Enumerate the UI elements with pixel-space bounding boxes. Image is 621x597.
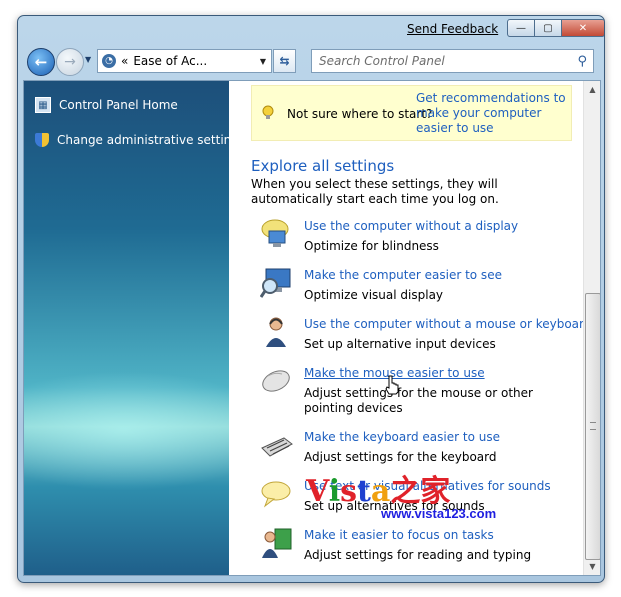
task-link[interactable]: Make the keyboard easier to use [304, 430, 500, 444]
refresh-button[interactable]: ⇆ [273, 49, 296, 73]
search-input[interactable]: Search Control Panel [319, 54, 445, 68]
maximize-button[interactable]: ▢ [535, 19, 562, 37]
person-board-icon [260, 526, 294, 560]
watermark-letter: t [357, 474, 371, 509]
task-description: Adjust settings for the keyboard [304, 450, 497, 464]
scroll-up-arrow-icon[interactable]: ▲ [584, 81, 600, 98]
scroll-thumb[interactable] [585, 293, 600, 560]
magnifier-monitor-icon [259, 266, 294, 300]
task-description: Optimize for blindness [304, 239, 439, 253]
control-panel-icon: ▦ [35, 97, 51, 113]
sidebar-item-label: Change administrative settings [57, 133, 229, 147]
recent-pages-dropdown-icon[interactable]: ▼ [85, 55, 91, 64]
task-description: Adjust settings for reading and typing [304, 548, 532, 562]
shield-icon [35, 133, 49, 147]
window-controls: — ▢ ✕ [507, 19, 604, 37]
section-heading: Explore all settings [251, 157, 395, 175]
send-feedback-link[interactable]: Send Feedback [407, 22, 498, 36]
task-link[interactable]: Use the computer without a mouse or keyb… [304, 317, 583, 331]
scroll-grip [590, 422, 596, 430]
refresh-icon: ⇆ [279, 54, 290, 68]
task-description: Adjust settings for the mouse or other p… [304, 386, 533, 415]
speech-bubble-icon [260, 477, 294, 511]
recommendation-tip: Not sure where to start? Get recommendat… [251, 85, 572, 141]
minimize-button[interactable]: — [507, 19, 535, 37]
get-recommendations-link[interactable]: Get recommendations to make your compute… [416, 91, 570, 136]
close-button[interactable]: ✕ [562, 19, 604, 37]
address-bar[interactable]: ◔ « Ease of Ac... ▼ [97, 49, 272, 73]
watermark-letter: V [306, 474, 329, 509]
vertical-scrollbar[interactable]: ▲ ▼ [583, 81, 600, 575]
watermark-letter: i [328, 474, 341, 509]
watermark-url: www.vista123.com [381, 506, 497, 521]
hand-cursor-icon [385, 375, 399, 395]
person-headset-icon [260, 315, 294, 349]
sidebar-item-control-panel-home[interactable]: ▦ Control Panel Home [35, 97, 178, 113]
control-panel-icon: ◔ [102, 54, 116, 68]
navigation-bar: ← → ▼ ◔ « Ease of Ac... ▼ ⇆ Search Contr… [18, 44, 604, 78]
address-dropdown-icon[interactable]: ▼ [260, 57, 266, 66]
watermark: Vista之家 www.vista123.com [306, 466, 496, 521]
keyboard-icon [260, 428, 294, 462]
search-box[interactable]: Search Control Panel ⚲ [311, 49, 594, 73]
monitor-speech-icon [260, 217, 294, 251]
task-link[interactable]: Make it easier to focus on tasks [304, 528, 494, 542]
tip-text: Not sure where to start? [287, 107, 433, 121]
watermark-letter: a [370, 474, 391, 509]
task-description: Optimize visual display [304, 288, 444, 302]
forward-button[interactable]: → [56, 48, 84, 76]
scroll-down-arrow-icon[interactable]: ▼ [584, 558, 600, 575]
lightbulb-icon [262, 105, 274, 119]
section-intro: When you select these settings, they wil… [251, 177, 499, 206]
address-text: Ease of Ac... [133, 54, 208, 68]
sidebar: ▦ Control Panel Home Change administrati… [24, 81, 229, 575]
watermark-cjk: 之家 [390, 474, 451, 509]
sidebar-item-label: Control Panel Home [59, 98, 178, 112]
address-overflow-chevron[interactable]: « [121, 54, 128, 68]
sidebar-item-change-admin-settings[interactable]: Change administrative settings [35, 133, 229, 147]
mouse-icon [260, 364, 294, 398]
back-button[interactable]: ← [27, 48, 55, 76]
task-link[interactable]: Use the computer without a display [304, 219, 518, 233]
watermark-letter: s [340, 474, 358, 509]
task-link[interactable]: Make the computer easier to see [304, 268, 502, 282]
search-icon[interactable]: ⚲ [577, 54, 587, 69]
task-description: Set up alternative input devices [304, 337, 496, 351]
